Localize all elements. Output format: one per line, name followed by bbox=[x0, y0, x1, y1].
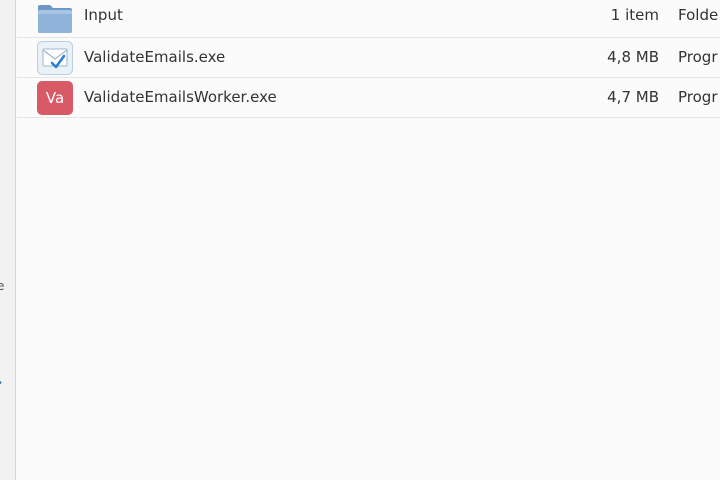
sidebar-label-fragment: e bbox=[0, 279, 5, 293]
file-name: Input bbox=[84, 6, 123, 24]
folder-icon bbox=[37, 2, 73, 34]
file-type: Folde bbox=[678, 6, 719, 24]
file-type: Progr bbox=[678, 48, 718, 66]
file-type: Progr bbox=[678, 88, 718, 106]
va-icon-text: Va bbox=[37, 81, 73, 115]
file-manager-window: e • Input 1 item Folde bbox=[0, 0, 720, 480]
file-list: Input 1 item Folde ValidateEmails.exe 4,… bbox=[17, 0, 720, 480]
file-row-validateemailsworker[interactable]: Va ValidateEmailsWorker.exe 4,7 MB Progr bbox=[17, 78, 720, 118]
file-size: 1 item bbox=[610, 6, 659, 24]
file-row-input[interactable]: Input 1 item Folde bbox=[17, 0, 720, 38]
sidebar[interactable]: e • bbox=[0, 0, 16, 480]
va-app-icon: Va bbox=[37, 81, 73, 115]
email-check-icon bbox=[37, 41, 73, 75]
sidebar-indicator: • bbox=[0, 378, 3, 389]
file-size: 4,7 MB bbox=[607, 88, 659, 106]
file-name: ValidateEmails.exe bbox=[84, 48, 226, 66]
file-row-validateemails[interactable]: ValidateEmails.exe 4,8 MB Progr bbox=[17, 38, 720, 78]
file-name: ValidateEmailsWorker.exe bbox=[84, 88, 277, 106]
file-size: 4,8 MB bbox=[607, 48, 659, 66]
